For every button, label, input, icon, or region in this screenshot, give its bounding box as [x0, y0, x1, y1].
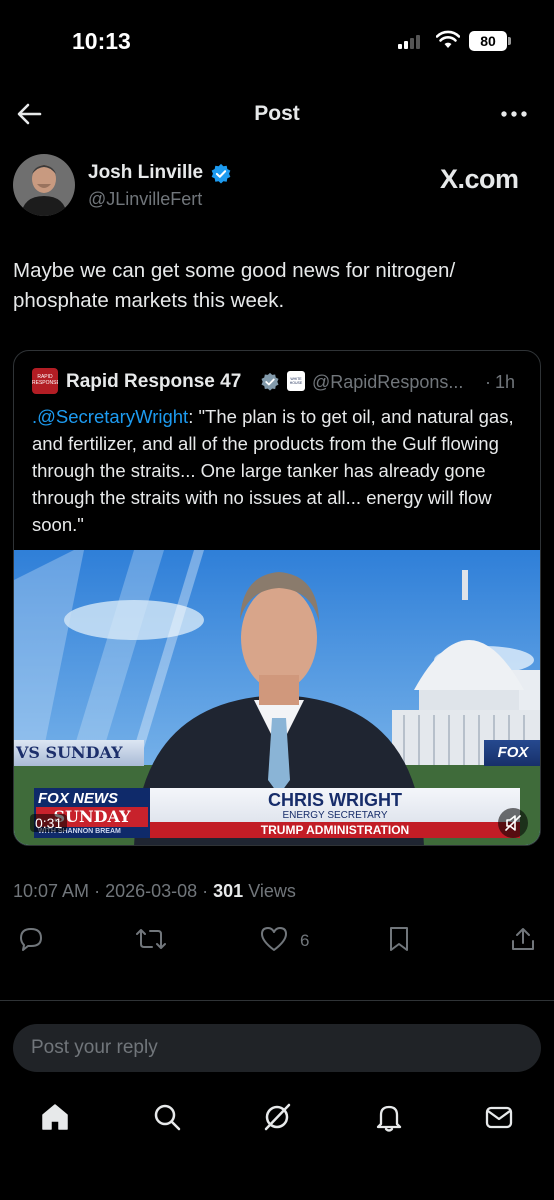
- views-label: Views: [248, 881, 296, 901]
- share-icon[interactable]: [510, 926, 536, 952]
- quoted-account-logo: RAPID RESPONSE: [32, 368, 58, 394]
- likes-count: 6: [300, 931, 310, 950]
- video-duration: 0:31: [30, 814, 68, 832]
- show-logo-top: FOX NEWS: [38, 790, 119, 807]
- video-player[interactable]: VS SUNDAY FOX FOX NEWS SUNDAY WITH SHANN…: [14, 550, 540, 845]
- notifications-icon[interactable]: [374, 1102, 404, 1132]
- affiliate-badge: WHITE HOUSE: [287, 371, 305, 391]
- messages-icon[interactable]: [484, 1102, 514, 1132]
- grok-icon[interactable]: [262, 1102, 292, 1132]
- quoted-post-time: 1h: [495, 372, 516, 392]
- post-date: 2026-03-08: [105, 881, 198, 901]
- post-header: Post: [0, 96, 554, 136]
- chyron: CHRIS WRIGHT ENERGY SECRETARY TRUMP ADMI…: [150, 788, 520, 838]
- mute-button[interactable]: [498, 808, 528, 838]
- status-time: 10:13: [72, 28, 131, 54]
- home-icon[interactable]: [40, 1102, 70, 1132]
- verified-icon: [211, 163, 231, 184]
- chyron-admin: TRUMP ADMINISTRATION: [150, 822, 520, 838]
- avatar[interactable]: [13, 154, 75, 216]
- quoted-post-text: .@SecretaryWright: "The plan is to get o…: [32, 403, 532, 538]
- tweet-text: Maybe we can get some good news for nitr…: [13, 259, 456, 312]
- page-title: Post: [254, 102, 300, 125]
- chyron-role: ENERGY SECRETARY: [282, 810, 388, 821]
- quoted-account-handle[interactable]: @RapidRespons...: [312, 372, 463, 393]
- ticker-left: VS SUNDAY: [14, 740, 144, 766]
- more-icon[interactable]: [500, 102, 528, 126]
- action-bar: 6: [0, 926, 554, 958]
- quoted-account-name[interactable]: Rapid Response 47: [66, 371, 241, 393]
- divider: [0, 1000, 554, 1001]
- mention-link[interactable]: .@SecretaryWright: [32, 406, 188, 427]
- mute-icon: [505, 815, 521, 831]
- signal-icon: [398, 33, 424, 49]
- author-handle[interactable]: @JLinvilleFert: [88, 189, 202, 210]
- quoted-post[interactable]: RAPID RESPONSE Rapid Response 47 WHITE H…: [13, 350, 541, 846]
- verified-icon: [261, 372, 279, 391]
- bookmark-icon[interactable]: [388, 926, 410, 952]
- source-label: X.com: [440, 164, 519, 194]
- reply-placeholder: Post your reply: [31, 1037, 158, 1058]
- repost-icon[interactable]: [136, 926, 166, 952]
- ticker-right: FOX: [484, 740, 540, 766]
- reply-icon[interactable]: [18, 926, 44, 952]
- bottom-tab-bar: [0, 1096, 554, 1140]
- separator-dot: ·: [485, 372, 491, 392]
- like-icon[interactable]: [260, 926, 288, 952]
- wifi-icon: [436, 30, 460, 48]
- chyron-name: CHRIS WRIGHT: [268, 790, 402, 810]
- reply-input[interactable]: Post your reply: [13, 1024, 541, 1072]
- post-meta: 10:07 AM · 2026-03-08 · 301 Views: [13, 881, 296, 901]
- status-bar: 10:13 80: [0, 0, 554, 80]
- battery-indicator: 80: [469, 31, 511, 51]
- author-name[interactable]: Josh Linville: [88, 162, 203, 184]
- search-icon[interactable]: [152, 1102, 182, 1132]
- views-count: 301: [213, 881, 244, 901]
- post-time: 10:07 AM: [13, 881, 90, 901]
